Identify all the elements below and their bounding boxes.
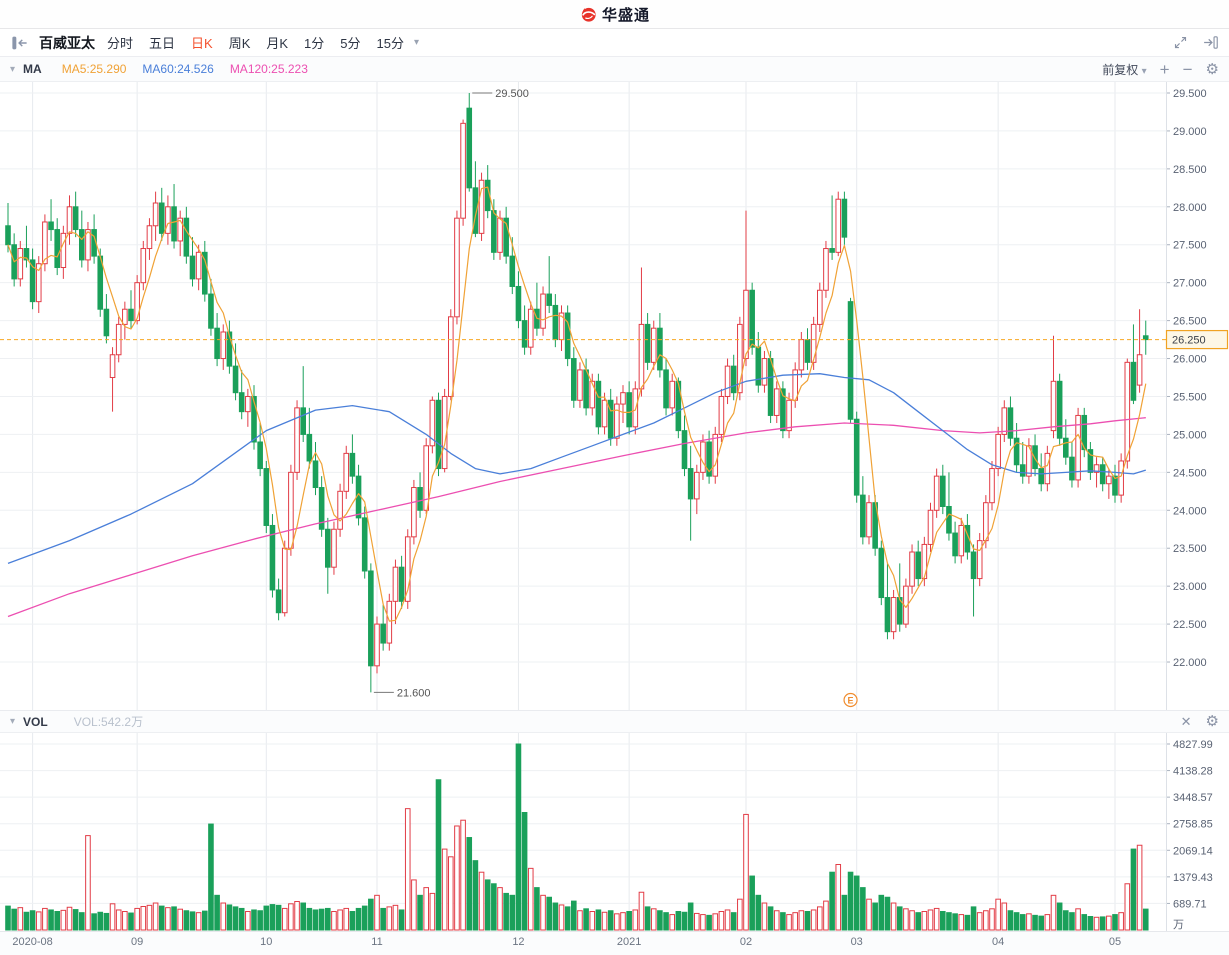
- svg-text:24.500: 24.500: [1173, 467, 1207, 479]
- stock-name: 百威亚太: [39, 34, 95, 51]
- svg-text:4138.28: 4138.28: [1173, 766, 1213, 778]
- volume-grid: 4827.99 4138.28 3448.57 2758.85 2069.14 1379.…: [0, 733, 1213, 931]
- collapse-volume-icon[interactable]: ▾: [10, 716, 15, 727]
- svg-text:26.250: 26.250: [1172, 335, 1206, 347]
- volume-bar-header: ▾ VOL VOL:542.2万 ✕ ⚙: [0, 710, 1229, 733]
- time-axis[interactable]: 2020-08 09 10 11 12 2021 02 03 04 05: [0, 931, 1229, 955]
- svg-text:25.000: 25.000: [1173, 429, 1207, 441]
- svg-text:22.000: 22.000: [1173, 657, 1207, 669]
- flame-logo-icon: [581, 7, 596, 22]
- indicator-bar: ▾ MA MA5:25.290 MA60:24.526 MA120:25.223…: [0, 57, 1229, 82]
- tab-五日[interactable]: 五日: [149, 33, 175, 52]
- ma120-value: MA120:25.223: [229, 62, 308, 76]
- time-axis-label: 11: [371, 936, 383, 948]
- svg-text:689.71: 689.71: [1173, 898, 1207, 910]
- svg-text:2758.85: 2758.85: [1173, 819, 1213, 831]
- time-axis-label: 03: [850, 936, 863, 948]
- ma60-value: MA60:24.526: [142, 62, 214, 76]
- app-title: 华盛通: [601, 6, 650, 24]
- time-axis-label: 12: [512, 936, 525, 948]
- adjust-mode-select[interactable]: 前复权 ▾: [1102, 61, 1146, 78]
- fullscreen-icon[interactable]: [1173, 35, 1188, 50]
- earnings-event-marker[interactable]: E: [843, 692, 858, 708]
- svg-text:1379.43: 1379.43: [1173, 872, 1213, 884]
- volume-bars-layer[interactable]: [5, 743, 1149, 931]
- time-axis-label: 2021: [616, 936, 642, 948]
- vol-indicator-label[interactable]: VOL: [23, 715, 48, 729]
- low-annotation-label: 21.600: [397, 687, 431, 699]
- svg-text:28.000: 28.000: [1173, 202, 1207, 214]
- app-header: 华盛通: [0, 0, 1229, 29]
- tab-月K[interactable]: 月K: [266, 33, 288, 52]
- svg-text:28.500: 28.500: [1173, 164, 1207, 176]
- svg-text:2069.14: 2069.14: [1173, 845, 1213, 857]
- ma60-line: [7, 373, 1146, 565]
- volume-settings-gear-icon[interactable]: ⚙: [1206, 714, 1219, 729]
- ma120-line: [7, 417, 1146, 618]
- time-axis-label: 02: [739, 936, 753, 948]
- svg-text:27.500: 27.500: [1173, 240, 1207, 252]
- tab-5分[interactable]: 5分: [340, 33, 360, 52]
- main-grid: 29.500 29.000 28.500 28.000 27.500 27.000 26.5…: [0, 82, 1207, 710]
- svg-text:25.500: 25.500: [1173, 391, 1207, 403]
- period-tabs: 分时 五日 日K 周K 月K 1分 5分 15分: [107, 33, 420, 52]
- svg-text:E: E: [848, 696, 854, 706]
- zoom-in-button[interactable]: +: [1160, 61, 1170, 78]
- svg-text:27.000: 27.000: [1173, 278, 1207, 290]
- tab-周K[interactable]: 周K: [229, 33, 251, 52]
- current-price-tag[interactable]: 26.250: [1165, 329, 1229, 350]
- svg-text:22.500: 22.500: [1173, 619, 1207, 631]
- close-volume-pane-icon[interactable]: ✕: [1181, 715, 1192, 728]
- ma-indicator-label[interactable]: MA: [23, 62, 42, 76]
- chart-toolbar: 百威亚太 分时 五日 日K 周K 月K 1分 5分 15分 ▾: [0, 29, 1229, 57]
- svg-text:万: 万: [1173, 919, 1184, 931]
- tab-15分[interactable]: 15分: [377, 33, 404, 52]
- chart-settings-gear-icon[interactable]: ⚙: [1206, 62, 1219, 77]
- collapse-panel-icon[interactable]: [10, 35, 29, 51]
- svg-text:3448.57: 3448.57: [1173, 792, 1213, 804]
- svg-text:29.000: 29.000: [1173, 126, 1207, 138]
- svg-text:26.000: 26.000: [1173, 354, 1207, 366]
- volume-value: VOL:542.2万: [73, 715, 144, 729]
- svg-text:29.500: 29.500: [1173, 88, 1207, 100]
- time-axis-label: 10: [260, 936, 273, 948]
- collapse-main-chart-icon[interactable]: ▾: [10, 64, 15, 75]
- svg-text:24.000: 24.000: [1173, 505, 1207, 517]
- app-logo: 华盛通: [579, 4, 650, 25]
- zoom-out-button[interactable]: −: [1183, 61, 1193, 78]
- svg-text:4827.99: 4827.99: [1173, 739, 1213, 751]
- time-axis-label: 05: [1108, 936, 1122, 948]
- time-axis-label: 04: [992, 936, 1005, 948]
- candles-layer[interactable]: [5, 93, 1149, 693]
- svg-text:26.500: 26.500: [1173, 316, 1207, 328]
- time-axis-label: 09: [131, 936, 144, 948]
- open-side-panel-icon[interactable]: [1202, 35, 1219, 50]
- ma5-value: MA5:25.290: [61, 62, 127, 76]
- tab-分时[interactable]: 分时: [107, 33, 133, 52]
- high-annotation-label: 29.500: [495, 88, 529, 100]
- adjust-caret-icon: ▾: [1141, 65, 1147, 77]
- svg-text:23.000: 23.000: [1173, 581, 1207, 593]
- volume-chart[interactable]: 4827.99 4138.28 3448.57 2758.85 2069.14 1379.…: [0, 733, 1229, 931]
- svg-text:23.500: 23.500: [1173, 543, 1207, 555]
- tab-1分[interactable]: 1分: [304, 33, 324, 52]
- tab-日K[interactable]: 日K: [191, 33, 213, 52]
- candlestick-chart[interactable]: 29.500 29.000 28.500 28.000 27.500 27.000 26.5…: [0, 82, 1229, 710]
- more-periods-dropdown-icon[interactable]: ▾: [414, 37, 419, 48]
- time-axis-label: 2020-08: [12, 936, 53, 948]
